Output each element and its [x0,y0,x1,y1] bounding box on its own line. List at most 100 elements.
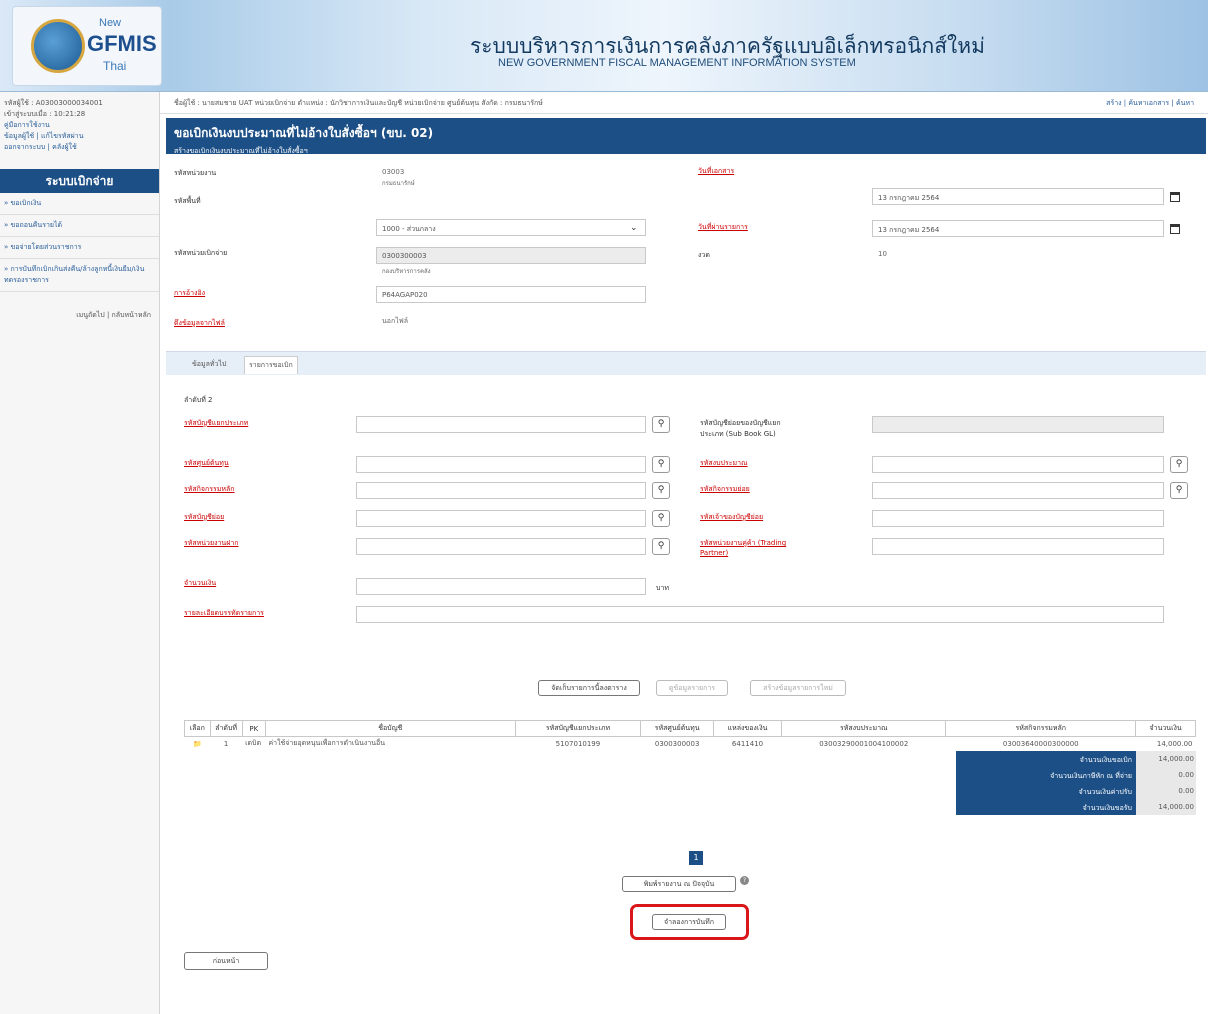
area-select[interactable]: 1000 - ส่วนกลาง [376,219,646,236]
subgl-label: รหัสบัญชีย่อยของบัญชีแยกประเภท (Sub Book… [700,419,781,438]
col-cost-center: รหัสศูนย์ต้นทุน [640,720,714,737]
ref-value: P64AGAP020 [382,291,428,299]
gl-label[interactable]: รหัสบัญชีแยกประเภท [184,418,248,429]
subgl-field [872,416,1164,433]
amount-unit: บาท [656,584,669,592]
sub-account-input[interactable] [356,510,646,527]
deposit-label[interactable]: รหัสหน่วยงานฝาก [184,538,238,549]
desc-input[interactable] [356,606,1164,623]
trading-label[interactable]: รหัสหน่วยงานคู่ค้า (Trading Partner) [700,538,790,557]
col-gl: รหัสบัญชีแยกประเภท [514,720,642,737]
search-icon[interactable]: ⚲ [1170,482,1188,499]
summary-label: จำนวนเงินขอรับ [956,799,1136,815]
tab-bar: ข้อมูลทั่วไป รายการขอเบิก [166,351,1206,375]
doc-date-label[interactable]: วันที่เอกสาร [698,166,734,177]
sub-activity-input[interactable] [872,482,1164,499]
sidebar-item-agency-pay[interactable]: » ขอจ่ายโดยส่วนราชการ [0,237,159,259]
doc-date-value: 13 กรกฎาคม 2564 [878,194,940,202]
budget-label[interactable]: รหัสงบประมาณ [700,458,748,469]
cell-activity: 03003640000300000 [1002,739,1079,748]
page-1-button[interactable]: 1 [689,851,703,865]
sidebar-section-title: ระบบเบิกจ่าย [0,169,159,193]
cell-gl: 5107010199 [555,739,601,748]
ref-input[interactable]: P64AGAP020 [376,286,646,303]
search-icon[interactable]: ⚲ [652,416,670,433]
doc-date-input[interactable]: 13 กรกฎาคม 2564 [872,188,1164,205]
emblem-icon [31,19,85,73]
sidebar-bottom-links[interactable]: เมนูถัดไป | กลับหน้าหลัก [0,310,159,321]
tab-general[interactable]: ข้อมูลทั่วไป [188,356,230,373]
sidebar: รหัสผู้ใช้ : A03003000034001 เข้าสู่ระบบ… [0,92,160,1014]
sub-activity-label[interactable]: รหัสกิจกรรมย่อย [700,484,750,495]
source-label[interactable]: ดึงข้อมูลจากไฟล์ [174,318,225,329]
amount-label[interactable]: จำนวนเงิน [184,578,216,589]
back-button[interactable]: ก่อนหน้า [184,952,268,970]
col-activity: รหัสกิจกรรมหลัก [945,720,1137,737]
search-icon[interactable]: ⚲ [652,482,670,499]
owner-label[interactable]: รหัสเจ้าของบัญชีย่อย [700,512,763,523]
owner-input[interactable] [872,510,1164,527]
table-row[interactable]: 📁 1 เดบิต ค่าใช้จ่ายอุดหนุนเพื่อการดำเนิ… [185,737,1196,751]
sub-account-label[interactable]: รหัสบัญชีย่อย [184,512,224,523]
search-icon[interactable]: ⚲ [1170,456,1188,473]
gl-input[interactable] [356,416,646,433]
post-date-input[interactable]: 13 กรกฎาคม 2564 [872,220,1164,237]
summary-value: 0.00 [1136,783,1196,799]
ref-label[interactable]: การอ้างอิง [174,288,205,299]
post-date-label[interactable]: วันที่ผ่านรายการ [698,222,748,233]
amount-input[interactable] [356,578,646,595]
agency-value: 03003 [382,168,405,176]
sidebar-item-request[interactable]: » ขอเบิกเงิน [0,193,159,215]
page-title: ขอเบิกเงินงบประมาณที่ไม่อ้างใบสั่งซื้อฯ … [174,126,434,140]
col-pk: PK [241,720,266,737]
desc-label[interactable]: รายละเอียดบรรทัดรายการ [184,608,264,619]
login-time: เข้าสู่ระบบเมื่อ : 10:21:28 [4,110,86,118]
user-info: รหัสผู้ใช้ : A03003000034001 เข้าสู่ระบบ… [0,92,159,159]
search-icon[interactable]: ⚲ [652,456,670,473]
col-amount: จำนวนเงิน [1135,720,1196,737]
manual-link[interactable]: คู่มือการใช้งาน [4,121,50,129]
col-select: เลือก [184,720,211,737]
disb-unit-name: กองบริหารการคลัง [382,268,431,275]
logout-links[interactable]: ออกจากระบบ | คลังผู้ใช้ [4,143,77,151]
disb-unit-field: 0300300003 [376,247,646,264]
calendar-icon[interactable] [1170,192,1180,202]
item-seq-label: ลำดับที่ 2 [184,396,213,404]
col-budget: รหัสงบประมาณ [781,720,947,737]
save-item-button[interactable]: จัดเก็บรายการนี้ลงตาราง [538,680,640,696]
help-icon[interactable]: ? [740,876,749,885]
cost-center-label[interactable]: รหัสศูนย์ต้นทุน [184,458,229,469]
col-fund-source: แหล่งของเงิน [712,720,783,737]
search-icon[interactable]: ⚲ [652,510,670,527]
main-content: ชื่อผู้ใช้ : นายสมชาย UAT หน่วยเบิกจ่าย … [160,92,1208,1014]
col-account-name: ชื่อบัญชี [264,720,516,737]
main-activity-input[interactable] [356,482,646,499]
deposit-input[interactable] [356,538,646,555]
search-icon[interactable]: ⚲ [652,538,670,555]
logo-thai-text: Thai [103,59,127,73]
account-links[interactable]: ข้อมูลผู้ใช้ | แก้ไขรหัสผ่าน [4,132,84,140]
trading-input[interactable] [872,538,1164,555]
sidebar-item-advance[interactable]: » การบันทึกเบิกเกินส่งคืน/ล้างลูกหนี้เงิ… [0,259,159,292]
area-value: 1000 - ส่วนกลาง [382,225,436,233]
summary-value: 0.00 [1136,767,1196,783]
view-list-button: ดูข้อมูลรายการ [656,680,728,696]
topbar-links[interactable]: สร้าง | ค้นหาเอกสาร | ค้นหา [1106,98,1194,109]
chevron-down-icon[interactable]: ⌄ [630,223,638,233]
sidebar-item-refund[interactable]: » ขอถอนคืนรายได้ [0,215,159,237]
calendar-icon[interactable] [1170,224,1180,234]
tab-items[interactable]: รายการขอเบิก [244,356,298,374]
user-id: รหัสผู้ใช้ : A03003000034001 [4,99,103,107]
cell-fund-source: 6411410 [731,739,764,748]
period-value: 10 [878,250,887,258]
print-button[interactable]: พิมพ์รายงาน ณ ปัจจุบัน [622,876,736,892]
system-title-en: NEW GOVERNMENT FISCAL MANAGEMENT INFORMA… [498,57,856,69]
main-activity-label[interactable]: รหัสกิจกรรมหลัก [184,484,235,495]
cost-center-input[interactable] [356,456,646,473]
logo-gfmis-text: GFMIS [87,31,157,56]
folder-icon[interactable]: 📁 [185,737,211,751]
budget-input[interactable] [872,456,1164,473]
topbar: ชื่อผู้ใช้ : นายสมชาย UAT หน่วยเบิกจ่าย … [160,92,1208,114]
new-item-button: สร้างข้อมูลรายการใหม่ [750,680,846,696]
cell-amount: 14,000.00 [1156,739,1193,748]
